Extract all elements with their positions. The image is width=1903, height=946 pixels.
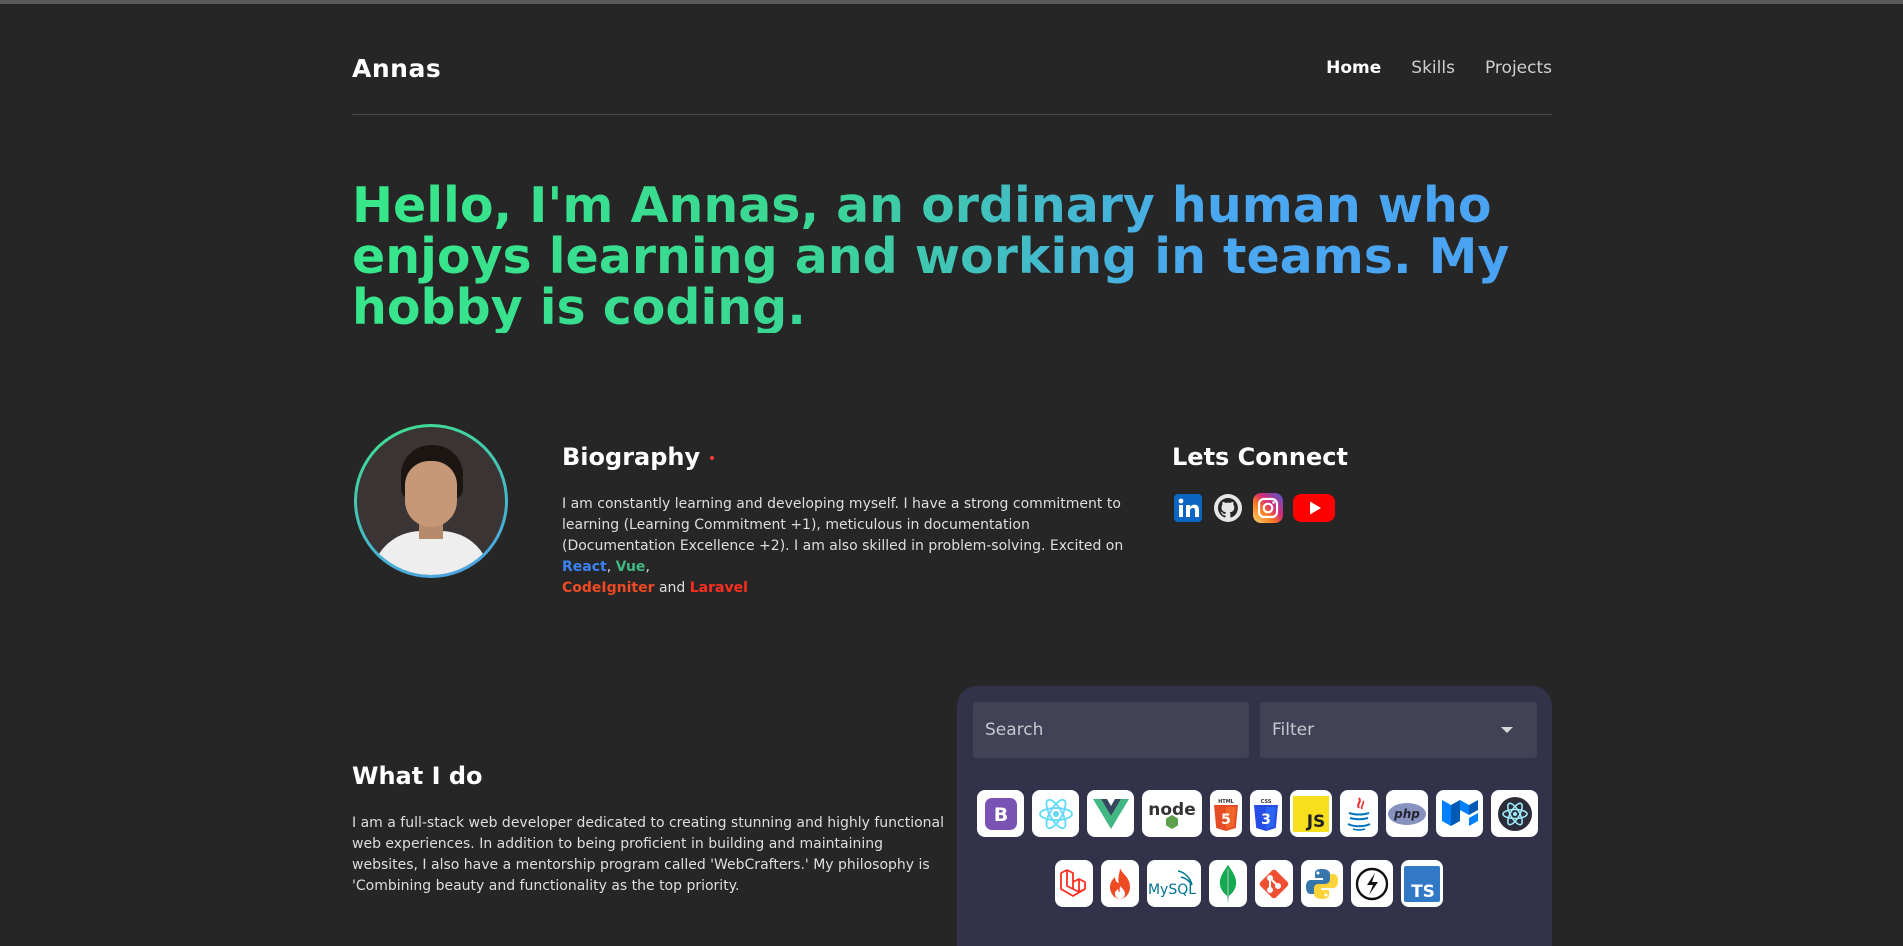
svg-text:3: 3 — [1261, 812, 1271, 828]
nav-home-link[interactable]: Home — [1326, 58, 1381, 78]
svg-text:5: 5 — [1221, 812, 1231, 828]
brand-logo[interactable]: Annas — [352, 54, 441, 83]
what-i-do-title: What I do — [352, 762, 483, 790]
filter-label: Filter — [1272, 720, 1315, 740]
vue-icon[interactable] — [1087, 790, 1134, 837]
avatar-face — [405, 461, 457, 527]
python-icon[interactable] — [1301, 860, 1343, 907]
skills-icon-row-1: B node HTML 5 CSS 3 JS php — [977, 790, 1538, 837]
status-dot-icon — [710, 456, 715, 460]
instagram-icon[interactable] — [1252, 492, 1284, 524]
nav-divider — [352, 114, 1552, 115]
express-icon[interactable] — [1351, 860, 1393, 907]
navbar: Annas Home Skills Projects — [352, 52, 1552, 92]
hero-heading: Hello, I'm Annas, an ordinary human who … — [352, 180, 1552, 333]
electron-icon[interactable] — [1491, 790, 1538, 837]
react-highlight: React — [562, 559, 607, 575]
nav-skills-link[interactable]: Skills — [1411, 58, 1455, 78]
codeigniter-icon[interactable] — [1101, 860, 1139, 907]
typescript-icon-label: TS — [1411, 882, 1435, 902]
avatar-photo — [357, 427, 505, 575]
javascript-icon-label: JS — [1306, 812, 1326, 832]
git-icon[interactable] — [1255, 860, 1293, 907]
biography-title: Biography — [562, 443, 715, 471]
css3-icon[interactable]: CSS 3 — [1250, 790, 1282, 837]
bootstrap-icon[interactable]: B — [977, 790, 1024, 837]
laravel-highlight: Laravel — [689, 580, 748, 596]
bio-sep-1: , — [606, 559, 616, 575]
what-i-do-text: I am a full-stack web developer dedicate… — [352, 815, 945, 894]
php-icon-label: php — [1393, 807, 1420, 821]
biography-title-text: Biography — [562, 443, 701, 471]
mui-icon[interactable] — [1436, 790, 1483, 837]
linkedin-icon[interactable] — [1172, 492, 1204, 524]
mysql-icon[interactable]: MySQL — [1147, 860, 1201, 907]
codeigniter-highlight: CodeIgniter — [562, 580, 655, 596]
bio-intro: I am constantly learning and developing … — [562, 496, 1124, 554]
java-icon[interactable] — [1340, 790, 1378, 837]
nav-links: Home Skills Projects — [1326, 58, 1552, 78]
caret-down-icon — [1501, 727, 1513, 733]
connect-title: Lets Connect — [1172, 443, 1348, 471]
html5-icon[interactable]: HTML 5 — [1210, 790, 1242, 837]
nodejs-icon[interactable]: node — [1142, 790, 1202, 837]
javascript-icon[interactable]: JS — [1290, 790, 1332, 837]
html5-icon-label: HTML — [1218, 799, 1235, 805]
skills-search-input[interactable] — [973, 702, 1249, 758]
biography-text: I am constantly learning and developing … — [562, 494, 1147, 599]
youtube-icon[interactable] — [1292, 492, 1336, 524]
typescript-icon[interactable]: TS — [1401, 860, 1443, 907]
skills-panel: Filter B node HTML 5 CSS 3 JS — [957, 686, 1552, 946]
css3-icon-label: CSS — [1261, 799, 1272, 805]
bio-sep-2: , — [645, 559, 650, 575]
laravel-icon[interactable] — [1055, 860, 1093, 907]
bio-and: and — [654, 580, 690, 596]
skills-icon-row-2: MySQL TS — [1055, 860, 1443, 907]
mysql-icon-label: MySQL — [1148, 882, 1196, 898]
bootstrap-icon-label: B — [993, 804, 1007, 826]
vue-highlight: Vue — [615, 559, 646, 575]
php-icon[interactable]: php — [1386, 790, 1428, 837]
profile-avatar — [354, 424, 508, 578]
skills-filter-select[interactable]: Filter — [1260, 702, 1537, 758]
github-icon[interactable] — [1212, 492, 1244, 524]
window-top-border — [0, 0, 1903, 4]
mongodb-icon[interactable] — [1209, 860, 1247, 907]
react-icon[interactable] — [1032, 790, 1079, 837]
nav-projects-link[interactable]: Projects — [1485, 58, 1552, 78]
social-links — [1172, 492, 1336, 524]
